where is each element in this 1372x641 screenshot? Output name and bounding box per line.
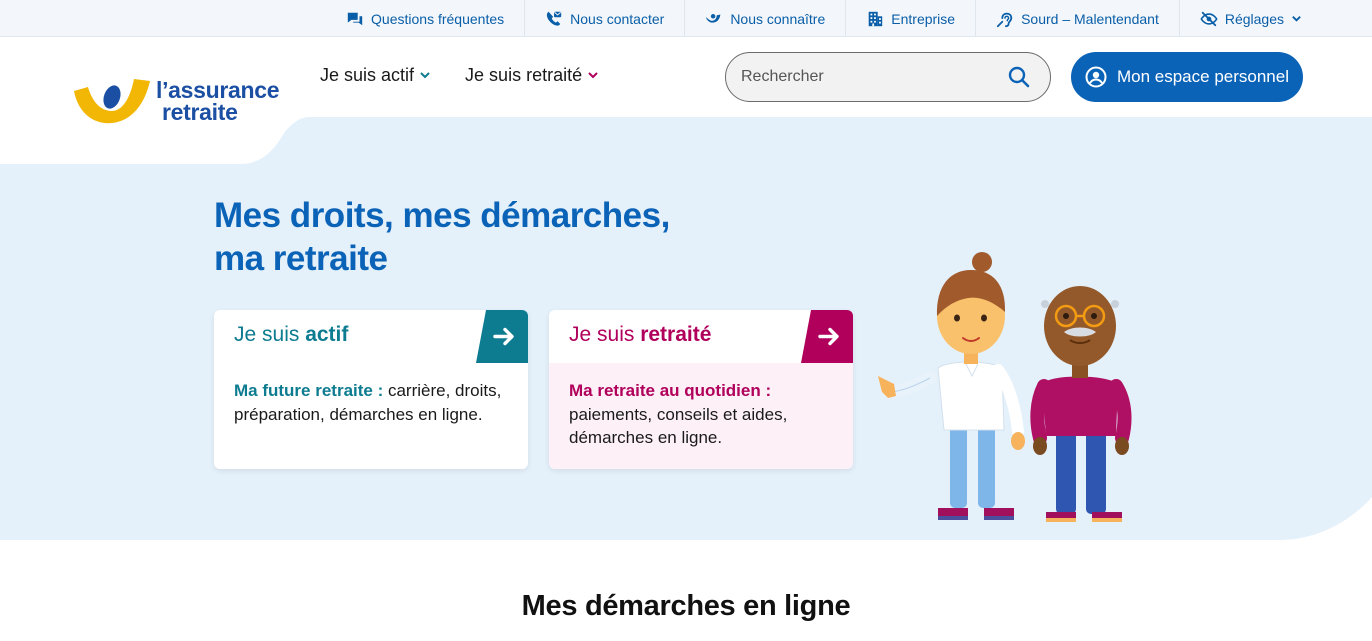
logo-text: l’assurance retraite: [156, 79, 280, 125]
utility-link-settings[interactable]: Réglages: [1178, 0, 1322, 37]
card-retraite-description: Ma retraite au quotidien : paiements, co…: [549, 363, 853, 469]
section-title: Mes démarches en ligne: [521, 590, 851, 622]
utility-link-about[interactable]: Nous connaître: [684, 0, 845, 37]
chevron-down-icon: [420, 72, 430, 79]
logo-area: l’assurance retraite: [0, 37, 310, 164]
personal-space-button[interactable]: Mon espace personnel: [1071, 52, 1303, 102]
contact-icon: [547, 11, 562, 26]
nav-item-retraite[interactable]: Je suis retraité: [465, 65, 599, 86]
arrow-right-icon: [476, 310, 528, 363]
card-title-prefix: Je suis: [234, 323, 306, 346]
utility-bar: Questions fréquentes Nous contacter Nous…: [0, 0, 1372, 37]
hero-illustration: [878, 252, 1132, 522]
woman-figure: [878, 252, 1025, 520]
utility-link-label: Entreprise: [891, 10, 956, 27]
card-title-prefix: Je suis: [569, 323, 641, 346]
man-figure: [1030, 286, 1132, 522]
utility-link-business[interactable]: Entreprise: [845, 0, 975, 37]
nav-item-label: Je suis retraité: [465, 64, 583, 85]
hero-title-line-1: Mes droits, mes démarches,: [214, 196, 670, 235]
site-logo[interactable]: l’assurance retraite: [72, 73, 280, 129]
building-icon: [868, 11, 883, 26]
brand-icon: [706, 13, 721, 23]
utility-link-deaf[interactable]: Sourd – Malentendant: [975, 0, 1179, 37]
main-nav: Je suis actif Je suis retraité: [320, 37, 599, 113]
card-retraite: Je suis retraité Ma retraite au quotidie…: [549, 310, 853, 469]
logo-mark-icon: [74, 79, 150, 124]
ear-icon: [996, 12, 1013, 27]
card-title-bold: retraité: [640, 323, 712, 346]
chat-icon: [347, 12, 363, 25]
card-actif-link[interactable]: Je suis actif: [214, 310, 528, 363]
search-input[interactable]: [741, 53, 1001, 101]
nav-item-actif[interactable]: Je suis actif: [320, 65, 431, 86]
hero-title: Mes droits, mes démarches, ma retraite: [214, 194, 774, 280]
search-box: [725, 52, 1051, 102]
utility-link-label: Réglages: [1224, 10, 1284, 27]
utility-link-label: Nous contacter: [570, 10, 665, 27]
utility-link-contact[interactable]: Nous contacter: [524, 0, 684, 37]
card-description-strong: Ma future retraite :: [234, 381, 384, 400]
card-retraite-link[interactable]: Je suis retraité: [549, 310, 853, 363]
card-actif: Je suis actif Ma future retraite : carri…: [214, 310, 528, 469]
logo-line-2: retraite: [162, 99, 238, 125]
utility-link-label: Questions fréquentes: [371, 10, 505, 27]
utility-links: Questions fréquentes Nous contacter Nous…: [326, 0, 1322, 37]
card-actif-title: Je suis actif: [234, 323, 348, 347]
utility-link-faq[interactable]: Questions fréquentes: [326, 0, 524, 37]
card-title-bold: actif: [305, 323, 349, 346]
search-icon[interactable]: [1008, 66, 1030, 88]
user-circle-icon: [1085, 66, 1107, 88]
card-description-strong: Ma retraite au quotidien :: [569, 381, 772, 400]
chevron-down-icon: [588, 72, 598, 79]
personal-space-label: Mon espace personnel: [1116, 67, 1289, 86]
hero-title-line-2: ma retraite: [214, 239, 388, 278]
chevron-down-icon: [1292, 16, 1301, 22]
nav-item-label: Je suis actif: [320, 64, 415, 85]
arrow-right-icon: [801, 310, 853, 363]
card-actif-description: Ma future retraite : carrière, droits, p…: [214, 363, 528, 469]
utility-link-label: Nous connaître: [730, 10, 826, 27]
utility-link-label: Sourd – Malentendant: [1021, 10, 1159, 27]
card-description-text: paiements, conseils et aides, démarches …: [569, 404, 788, 448]
card-retraite-title: Je suis retraité: [569, 323, 711, 347]
eye-off-icon: [1200, 11, 1218, 26]
